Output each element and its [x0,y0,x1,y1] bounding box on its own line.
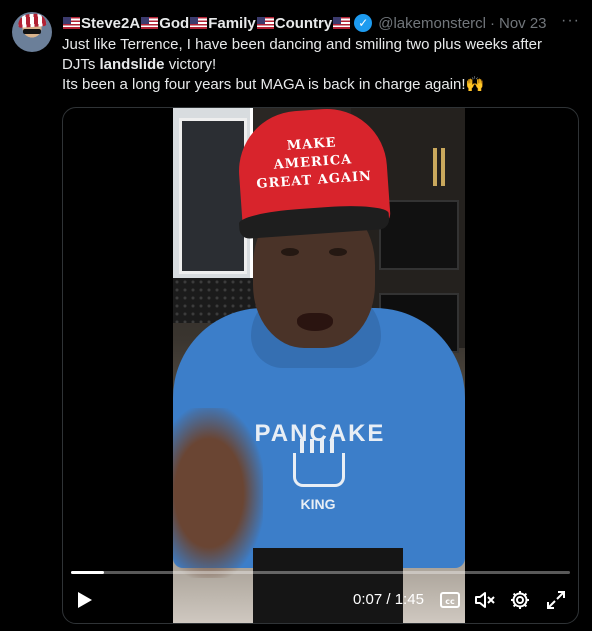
author-name[interactable]: Steve2A God Family Country [62,15,351,32]
us-flag-icon [333,17,351,29]
bold-word: landslide [99,56,165,73]
tweet-text-line-2: DJTs landslide victory! [62,55,582,75]
gear-icon[interactable] [509,589,531,611]
cap-text: MAKE AMERICA GREAT AGAIN [256,135,373,192]
fullscreen-icon[interactable] [545,589,567,611]
play-icon[interactable] [77,591,93,609]
eye [281,248,299,256]
crown-graphic [293,439,345,487]
cabinet-handles [433,148,437,186]
us-flag-icon [141,17,159,29]
volume-muted-icon[interactable] [474,589,496,611]
tweet-text-line-1: Just like Terrence, I have been dancing … [62,36,542,53]
tweet-header: Steve2A God Family Country ✓ @lakemonste… [62,12,580,33]
raising-hands-emoji: 🙌 [465,76,485,93]
tweet-date[interactable]: Nov 23 [499,15,547,32]
us-flag-icon [256,17,274,29]
avatar-glasses [23,29,41,34]
date-separator: · [490,14,495,32]
text-segment: Its been a long four years but MAGA is b… [62,76,466,93]
svg-text:cc: cc [445,597,455,606]
author-name-part-2: God [159,14,190,32]
author-name-part-4: Country [274,14,333,32]
video-controls: 0:07 / 1:45 cc [63,577,578,623]
video-player[interactable]: MAKE AMERICA GREAT AGAIN PANCAKE KING 0:… [62,107,579,624]
captions-icon[interactable]: cc [439,589,461,611]
author-handle[interactable]: @lakemonstercl [378,15,486,32]
author-avatar[interactable] [12,12,52,52]
text-segment: DJTs [62,56,100,73]
video-frame[interactable]: MAKE AMERICA GREAT AGAIN PANCAKE KING [173,108,465,623]
time-separator: / [382,591,395,608]
mouth [297,313,333,331]
tweet-text-line-3: Its been a long four years but MAGA is b… [62,75,582,95]
tweet-text: Just like Terrence, I have been dancing … [62,35,582,95]
author-name-part-3: Family [208,14,256,32]
video-progress-fill [71,571,105,574]
verified-badge-icon: ✓ [354,14,373,32]
waving-hand [173,408,263,578]
shirt-subtext: KING [300,496,336,512]
current-time: 0:07 [353,591,383,608]
microwave [379,200,459,270]
text-segment: victory! [164,56,217,73]
us-flag-icon [63,17,80,29]
us-flag-icon [190,17,208,29]
video-progress-bar[interactable] [71,571,570,574]
duration: 1:45 [394,591,424,608]
eye [329,248,347,256]
video-time: 0:07 / 1:45 [353,591,424,608]
more-options-icon[interactable]: ··· [561,12,580,30]
avatar-cap [17,13,47,28]
author-name-part-1: Steve2A [81,14,141,32]
